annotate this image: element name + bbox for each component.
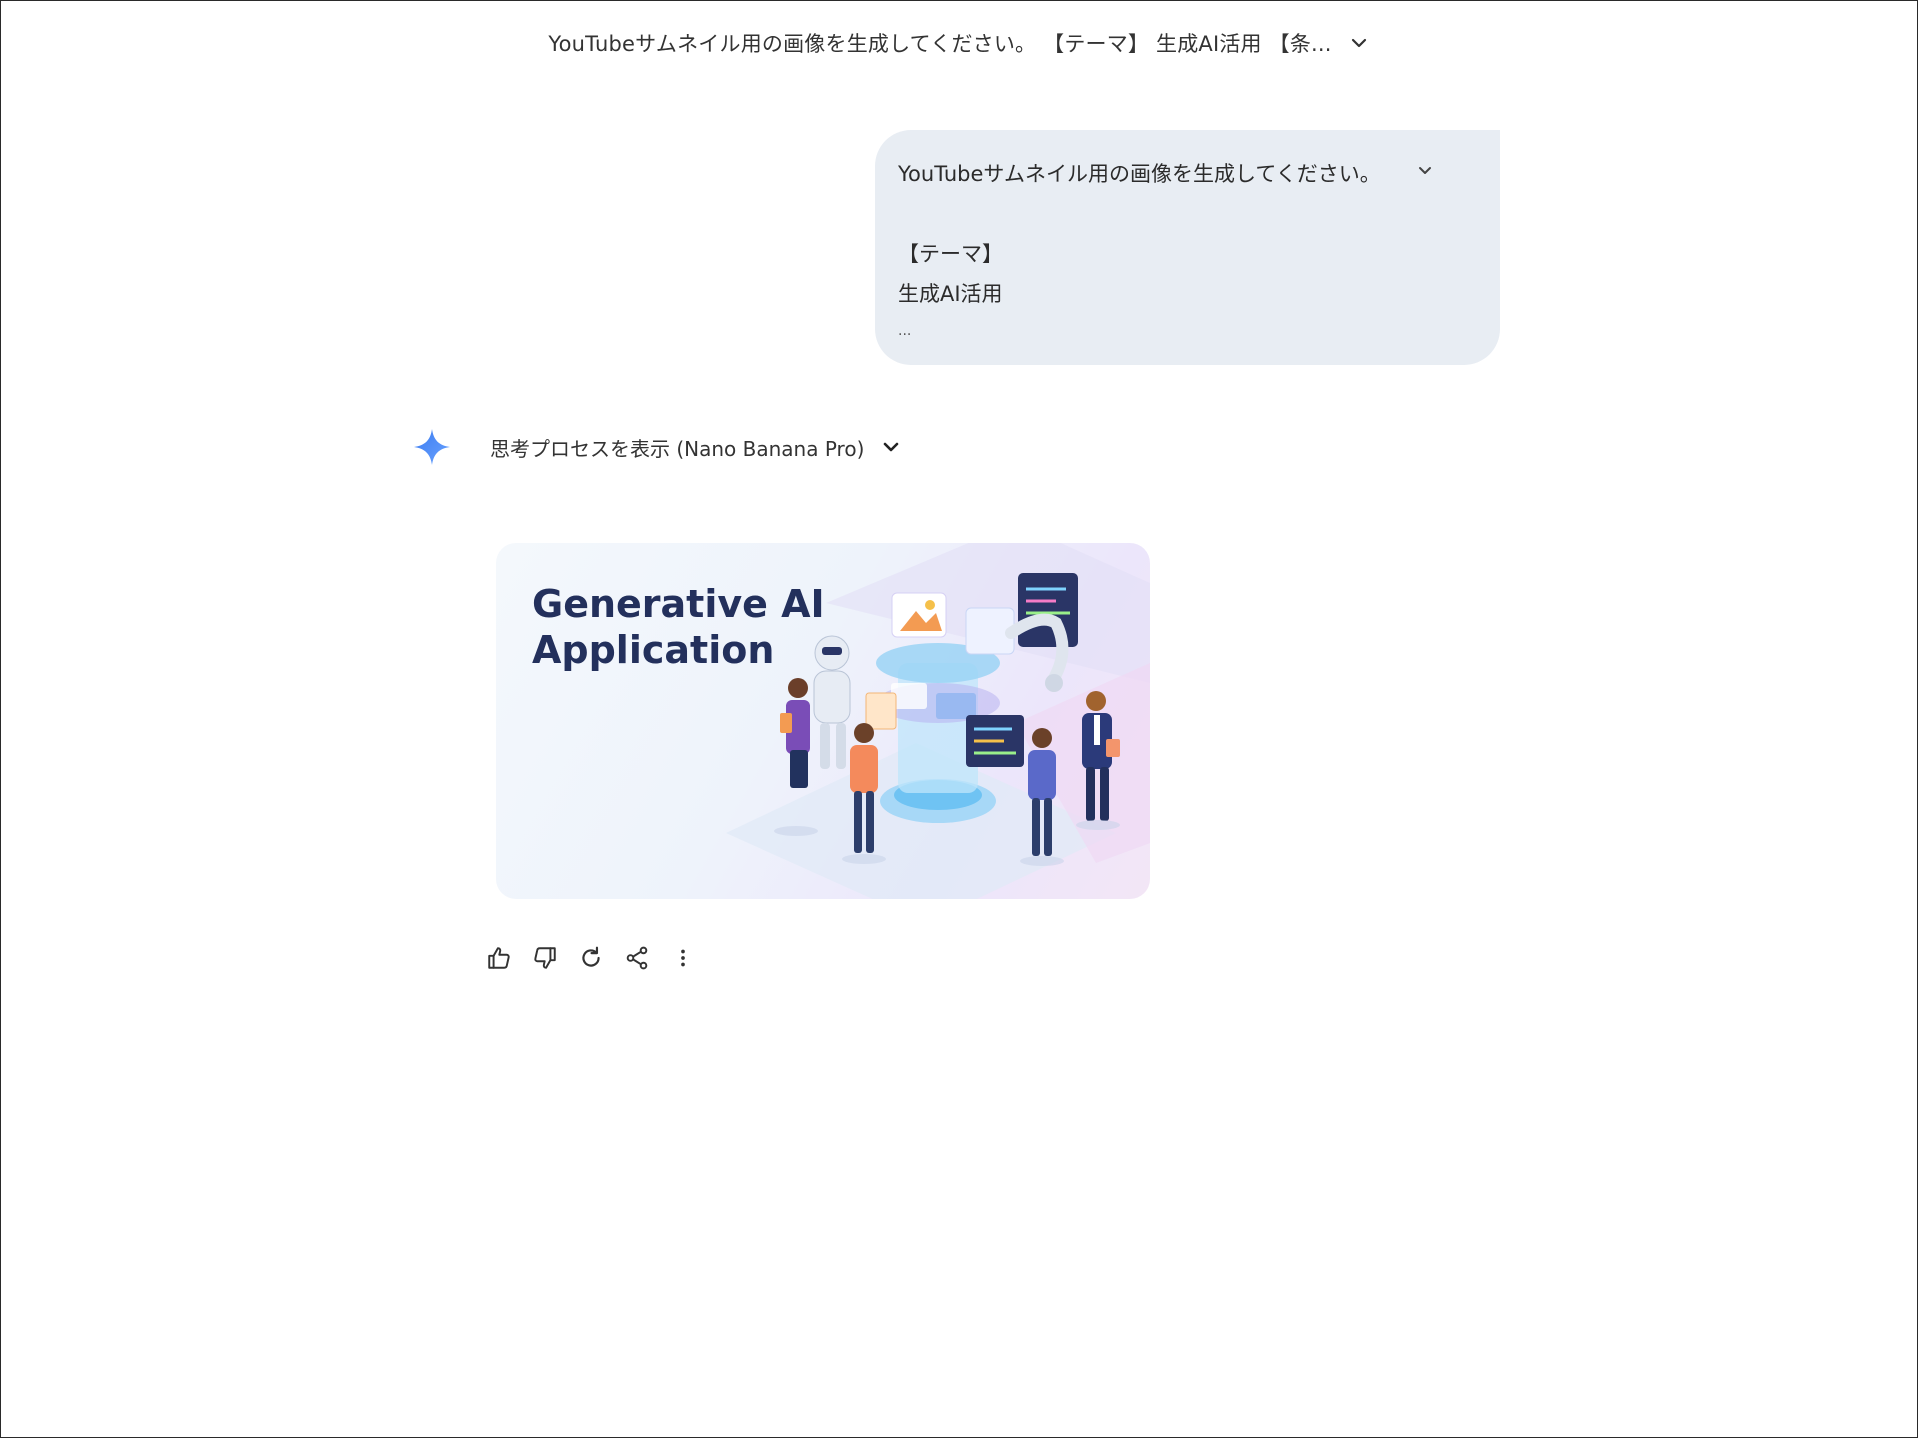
gemini-sparkle-icon: [410, 425, 454, 469]
user-message-line: 【テーマ】: [898, 242, 1003, 266]
thumbnail-headline-line: Application: [532, 628, 775, 672]
user-message-line: 生成AI活用: [898, 282, 1003, 306]
show-thinking-toggle[interactable]: 思考プロセスを表示 (Nano Banana Pro): [490, 433, 904, 462]
generated-image[interactable]: Generative AI Application: [496, 543, 1150, 899]
response-actions: [483, 942, 699, 974]
thinking-label: 思考プロセスを表示 (Nano Banana Pro): [490, 436, 865, 461]
thumbnail-headline: Generative AI Application: [532, 581, 825, 673]
chevron-down-icon[interactable]: [1346, 30, 1372, 56]
regenerate-icon[interactable]: [575, 942, 607, 974]
conversation-title[interactable]: YouTubeサムネイル用の画像を生成してください。 【テーマ】 生成AI活用 …: [548, 28, 1331, 58]
chevron-down-icon: [878, 434, 904, 460]
model-response-header: 思考プロセスを表示 (Nano Banana Pro): [410, 425, 904, 469]
conversation-header: YouTubeサムネイル用の画像を生成してください。 【テーマ】 生成AI活用 …: [0, 28, 1920, 58]
thumbnail-headline-line: Generative AI: [532, 582, 825, 626]
thumbs-up-icon[interactable]: [483, 942, 515, 974]
more-vert-icon[interactable]: [667, 942, 699, 974]
thumbs-down-icon[interactable]: [529, 942, 561, 974]
share-icon[interactable]: [621, 942, 653, 974]
user-message-ellipsis: ...: [898, 323, 912, 339]
user-message-bubble: YouTubeサムネイル用の画像を生成してください。 【テーマ】 生成AI活用 …: [875, 130, 1500, 365]
user-message-line: YouTubeサムネイル用の画像を生成してください。: [898, 162, 1381, 186]
expand-message-chevron-down-icon[interactable]: [1412, 158, 1438, 184]
